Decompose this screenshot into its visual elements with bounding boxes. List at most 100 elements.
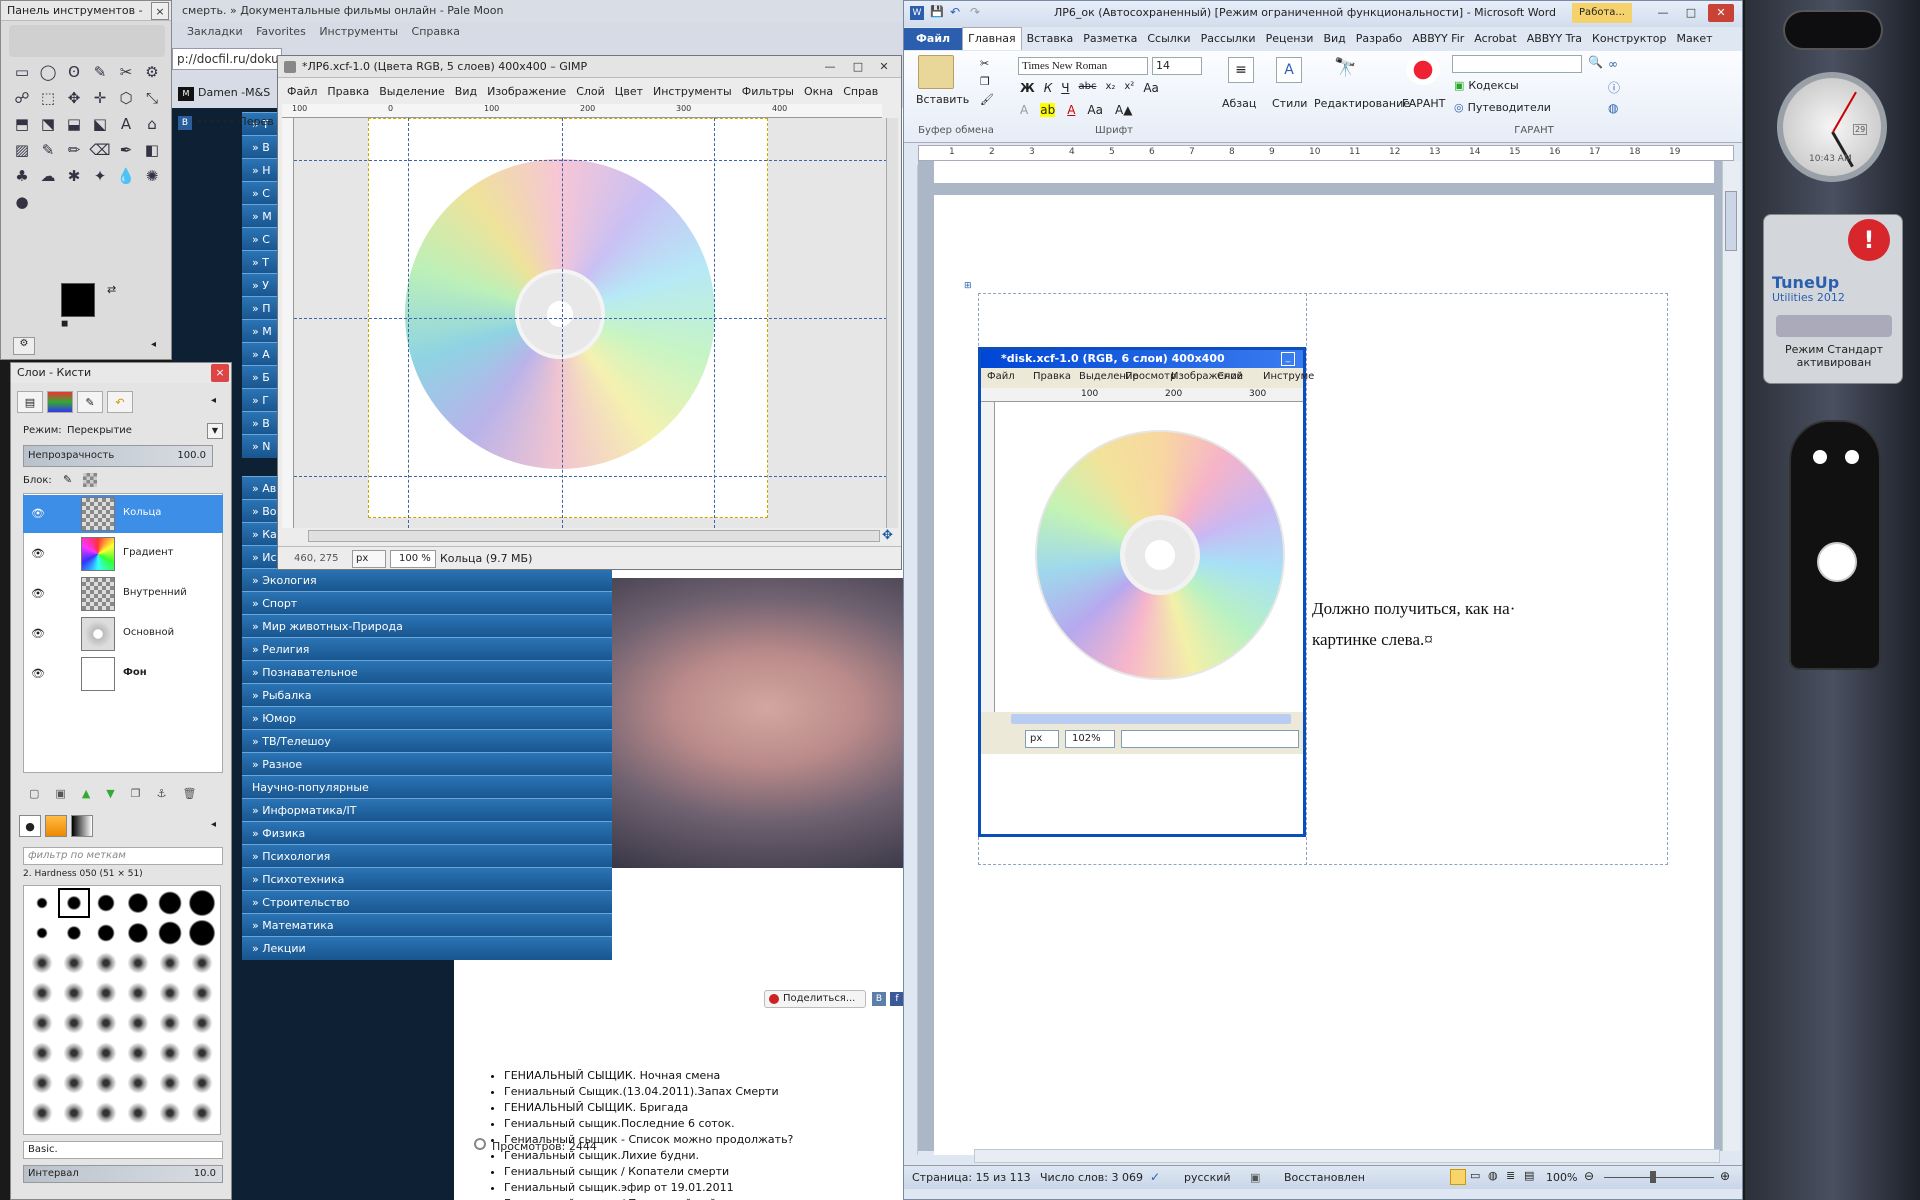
web-view-icon[interactable]: ◍ — [1488, 1169, 1498, 1182]
brush-swatch[interactable] — [28, 1010, 56, 1036]
web-icon[interactable]: ◍ — [1608, 101, 1618, 115]
draft-view-icon[interactable]: ▤ — [1524, 1169, 1534, 1182]
zoom-in-icon[interactable]: ⊕ — [1720, 1169, 1730, 1183]
highlight-icon[interactable]: ab — [1040, 103, 1056, 117]
category-button[interactable]: » Строительство — [242, 890, 612, 914]
brush-swatch[interactable] — [156, 1100, 184, 1126]
article-list-item[interactable]: Гениальный сыщик.эфир от 19.01.2011 — [504, 1180, 825, 1196]
category-button[interactable]: » Лекции — [242, 936, 612, 960]
close-icon[interactable]: ✕ — [1708, 4, 1734, 22]
blur-icon[interactable]: 💧 — [113, 163, 139, 189]
font-color-icon[interactable]: A — [1067, 103, 1075, 117]
guide-line[interactable] — [714, 118, 715, 528]
swap-colors-icon[interactable]: ⇄ — [107, 283, 116, 296]
category-button[interactable]: » Экология — [242, 568, 612, 592]
patterns-tab-icon[interactable] — [45, 815, 67, 837]
brush-swatch[interactable] — [124, 1100, 152, 1126]
redo-icon[interactable]: ↷ — [970, 5, 980, 19]
category-button[interactable]: » Познавательное — [242, 660, 612, 684]
browser-tab-1[interactable]: M Damen -M&S — [178, 82, 270, 104]
shear-icon[interactable]: ⬔ — [35, 111, 61, 137]
brush-swatch[interactable] — [92, 1010, 120, 1036]
gimp-menu-item[interactable]: Выделение — [374, 82, 450, 102]
font-name-select[interactable]: Times New Roman — [1018, 57, 1148, 75]
undo-icon[interactable]: ↶ — [950, 5, 960, 19]
brush-swatch[interactable] — [188, 1040, 216, 1066]
category-button[interactable]: » Математика — [242, 913, 612, 937]
fullscreen-view-icon[interactable]: ▭ — [1470, 1169, 1480, 1182]
ribbon-tab[interactable]: Acrobat — [1469, 28, 1521, 50]
gimp-menu-item[interactable]: Изображение — [482, 82, 571, 102]
ribbon-tab[interactable]: Ссылки — [1142, 28, 1195, 50]
brush-swatch[interactable] — [188, 980, 216, 1006]
tuneup-mode-switch[interactable] — [1776, 315, 1892, 337]
info-icon[interactable]: ⓘ — [1608, 79, 1620, 96]
search-icon[interactable]: 🔍 — [1588, 55, 1603, 69]
styles-icon[interactable]: A — [1276, 57, 1302, 83]
foreground-color-swatch[interactable] — [61, 283, 95, 317]
font-size-select[interactable]: 14 — [1152, 57, 1202, 75]
brush-swatch[interactable] — [60, 920, 88, 946]
ribbon-tab[interactable]: Главная — [962, 27, 1022, 50]
brush-swatch[interactable] — [156, 980, 184, 1006]
gimp-menu-item[interactable]: Справ — [838, 82, 883, 102]
category-button[interactable]: » Психология — [242, 844, 612, 868]
garant-search-input[interactable] — [1452, 55, 1582, 73]
blend-icon[interactable]: ▨ — [9, 137, 35, 163]
article-list-item[interactable]: Гениальный сыщик.Последние 6 соток. — [504, 1116, 825, 1132]
brush-swatch[interactable] — [156, 1040, 184, 1066]
gimp-menu-item[interactable]: Фильтры — [737, 82, 799, 102]
gimp-menu-item[interactable]: Правка — [322, 82, 374, 102]
category-button[interactable]: Научно-популярные — [242, 775, 612, 799]
url-bar[interactable]: p://docfil.ru/doku — [172, 48, 282, 70]
zoom-select[interactable]: 100 % — [390, 550, 436, 568]
guide-line[interactable] — [294, 160, 892, 161]
status-page[interactable]: Страница: 15 из 113 — [912, 1171, 1031, 1184]
clock-gadget[interactable]: 29 10:43 AM — [1777, 72, 1887, 182]
ribbon-tab[interactable]: Разрабо — [1351, 28, 1407, 50]
close-icon[interactable]: ✕ — [871, 58, 897, 76]
unit-select[interactable]: px — [352, 550, 386, 568]
text-effects-icon[interactable]: A — [1020, 103, 1028, 117]
flip-icon[interactable]: ⬕ — [87, 111, 113, 137]
spellcheck-icon[interactable]: ✓ — [1150, 1170, 1160, 1184]
status-language[interactable]: русский — [1184, 1171, 1231, 1184]
brush-grid[interactable] — [23, 885, 221, 1135]
gimp-menu-item[interactable]: Вид — [450, 82, 482, 102]
foreground-select-icon[interactable]: ☍ — [9, 85, 35, 111]
brush-swatch[interactable] — [124, 1040, 152, 1066]
find-icon[interactable]: 🔭 — [1334, 57, 1356, 78]
ribbon-tab[interactable]: Макет — [1672, 28, 1718, 50]
word-ruler[interactable]: 1 2 3 4 5 6 7 8 9 10 11 12 13 14 15 16 17 18 19 — [918, 145, 1734, 161]
brush-swatch[interactable] — [28, 890, 56, 916]
brush-swatch[interactable] — [188, 890, 216, 916]
underline-icon[interactable]: Ч — [1061, 81, 1069, 95]
ribbon-tab[interactable]: Конструктор — [1587, 28, 1671, 50]
brush-swatch[interactable] — [28, 1040, 56, 1066]
guide-line[interactable] — [408, 118, 409, 528]
facebook-icon[interactable]: f — [890, 992, 904, 1006]
raise-layer-icon[interactable]: ▲ — [82, 787, 90, 800]
category-button[interactable]: » Разное — [242, 752, 612, 776]
brush-swatch[interactable] — [156, 1010, 184, 1036]
chevron-down-icon[interactable]: ▼ — [207, 423, 223, 439]
italic-icon[interactable]: К — [1044, 81, 1053, 95]
vertical-scrollbar[interactable] — [886, 118, 898, 528]
gimp-menu-item[interactable]: Инструменты — [648, 82, 737, 102]
bold-icon[interactable]: Ж — [1020, 81, 1035, 95]
body-text[interactable]: Должно получиться, как на· картинке слев… — [1312, 593, 1515, 655]
layer-row[interactable]: 👁 Фон — [23, 655, 223, 693]
preset-select[interactable]: Basic. — [23, 1141, 223, 1159]
guide-line[interactable] — [294, 476, 892, 477]
grow-font-icon[interactable]: A▲ — [1115, 103, 1132, 117]
browser-tab-2[interactable]: В •••••• Перев — [178, 112, 274, 132]
spacing-slider[interactable]: Интервал 10.0 — [23, 1165, 223, 1183]
macro-icon[interactable]: ▣ — [1250, 1171, 1260, 1184]
menu-bookmarks[interactable]: Закладки — [182, 22, 248, 42]
brush-swatch[interactable] — [60, 950, 88, 976]
ribbon-tab[interactable]: Рассылки — [1196, 28, 1261, 50]
subscript-icon[interactable]: x₂ — [1105, 81, 1115, 95]
zoom-out-icon[interactable]: ⊖ — [1584, 1169, 1594, 1183]
brush-swatch[interactable] — [92, 980, 120, 1006]
ribbon-tab[interactable]: Рецензи — [1261, 28, 1319, 50]
